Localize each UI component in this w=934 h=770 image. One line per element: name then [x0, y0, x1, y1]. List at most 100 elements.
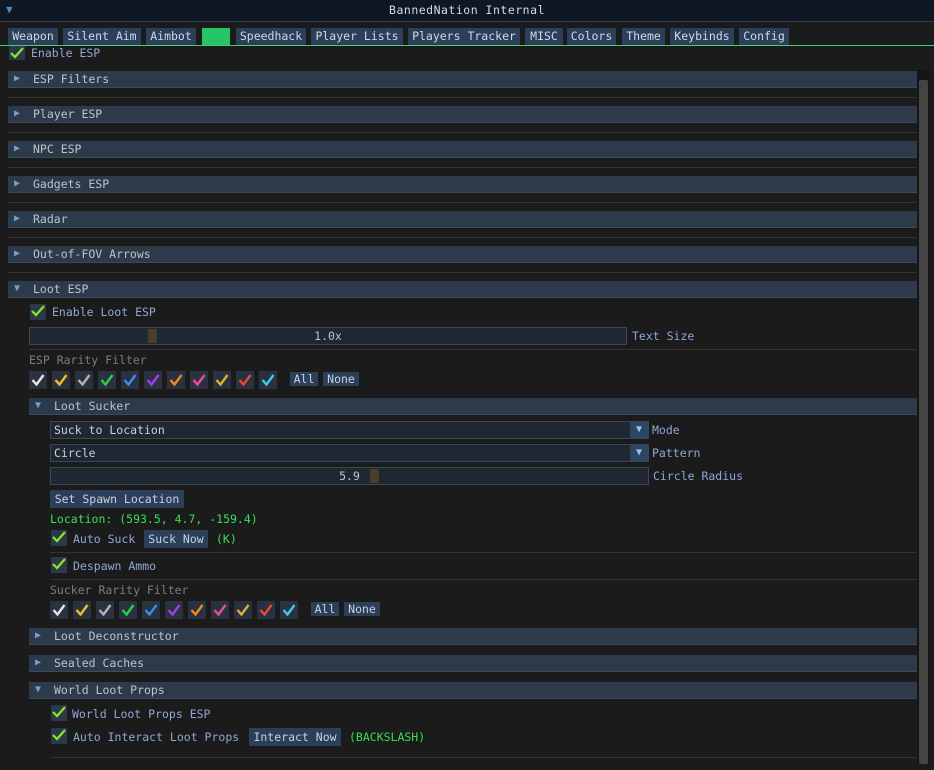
- tab-silent-aim[interactable]: Silent Aim: [63, 28, 141, 45]
- sucker-rarity-all-button[interactable]: All: [311, 602, 339, 616]
- header-loot-deconstructor[interactable]: ▶ Loot Deconstructor: [29, 628, 917, 645]
- check-icon: [192, 374, 206, 387]
- tab-player-lists[interactable]: Player Lists: [311, 28, 403, 45]
- tab-misc[interactable]: MISC: [525, 28, 563, 45]
- header-loot-sucker[interactable]: ▼ Loot Sucker: [29, 398, 917, 415]
- slider-grab[interactable]: [148, 329, 157, 343]
- despawn-ammo-label: Despawn Ammo: [73, 559, 157, 573]
- header-player-esp[interactable]: ▶ Player ESP: [8, 106, 917, 123]
- enable-esp-checkbox[interactable]: [9, 46, 25, 60]
- circle-radius-label: Circle Radius: [653, 469, 744, 483]
- auto-suck-checkbox[interactable]: [51, 530, 67, 546]
- tab-aimbot[interactable]: Aimbot: [146, 28, 196, 45]
- text-size-label: Text Size: [632, 329, 695, 343]
- separator: [8, 272, 917, 273]
- pattern-combo[interactable]: Circle ▼: [50, 444, 649, 462]
- text-size-value: 1.0x: [314, 329, 342, 343]
- check-icon: [52, 604, 66, 617]
- world-loot-props-esp-checkbox[interactable]: [51, 705, 67, 721]
- rarity-toggle-5[interactable]: [121, 371, 139, 389]
- rarity-toggle-11[interactable]: [280, 601, 298, 619]
- header-npc-esp[interactable]: ▶ NPC ESP: [8, 141, 917, 158]
- enable-loot-esp-checkbox[interactable]: [30, 304, 46, 320]
- esp-rarity-all-button[interactable]: All: [290, 372, 318, 386]
- rarity-toggle-1[interactable]: [29, 371, 47, 389]
- rarity-toggle-8[interactable]: [190, 371, 208, 389]
- rarity-toggle-7[interactable]: [167, 371, 185, 389]
- header-world-loot-props[interactable]: ▼ World Loot Props: [29, 682, 917, 699]
- scrollbar-thumb[interactable]: [919, 80, 928, 764]
- rarity-toggle-10[interactable]: [257, 601, 275, 619]
- rarity-toggle-6[interactable]: [165, 601, 183, 619]
- collapse-arrow-icon: ▼: [35, 684, 42, 695]
- despawn-ammo-checkbox[interactable]: [51, 557, 67, 573]
- interact-now-button[interactable]: Interact Now: [249, 728, 341, 746]
- rarity-toggle-1[interactable]: [50, 601, 68, 619]
- tab-theme[interactable]: Theme: [622, 28, 665, 45]
- check-icon: [52, 729, 66, 741]
- tab-keybinds[interactable]: Keybinds: [670, 28, 734, 45]
- rarity-toggle-10[interactable]: [236, 371, 254, 389]
- slider-grab[interactable]: [370, 469, 379, 483]
- dropdown-arrow-icon[interactable]: ▼: [630, 445, 648, 461]
- expand-arrow-icon: ▶: [14, 178, 21, 189]
- location-text: Location: (593.5, 4.7, -159.4): [50, 512, 258, 526]
- circle-radius-value: 5.9: [339, 469, 360, 483]
- auto-suck-label: Auto Suck: [73, 532, 136, 546]
- esp-rarity-none-button[interactable]: None: [323, 372, 359, 386]
- separator: [8, 167, 917, 168]
- set-spawn-location-button[interactable]: Set Spawn Location: [50, 490, 184, 508]
- title-bar: ▼ BannedNation Internal: [0, 0, 934, 22]
- header-esp-filters[interactable]: ▶ ESP Filters: [8, 71, 917, 88]
- rarity-toggle-11[interactable]: [259, 371, 277, 389]
- expand-arrow-icon: ▶: [14, 213, 21, 224]
- sucker-rarity-none-button[interactable]: None: [344, 602, 380, 616]
- tab-config[interactable]: Config: [739, 28, 789, 45]
- tab-colors[interactable]: Colors: [567, 28, 616, 45]
- rarity-toggle-4[interactable]: [119, 601, 137, 619]
- auto-interact-loot-props-checkbox[interactable]: [51, 728, 67, 744]
- separator: [8, 237, 917, 238]
- tab-weapon[interactable]: Weapon: [8, 28, 58, 45]
- rarity-toggle-3[interactable]: [75, 371, 93, 389]
- rarity-toggle-2[interactable]: [52, 371, 70, 389]
- tab-speedhack[interactable]: Speedhack: [236, 28, 306, 45]
- rarity-toggle-3[interactable]: [96, 601, 114, 619]
- check-icon: [52, 558, 66, 570]
- collapse-arrow-icon: ▼: [14, 283, 21, 294]
- tab-bar: Weapon Silent Aim Aimbot ESP Speedhack P…: [0, 22, 934, 46]
- mode-combo[interactable]: Suck to Location ▼: [50, 421, 649, 439]
- check-icon: [167, 604, 181, 617]
- circle-radius-slider[interactable]: 5.9: [50, 467, 649, 485]
- text-size-slider[interactable]: 1.0x: [29, 327, 627, 345]
- rarity-toggle-4[interactable]: [98, 371, 116, 389]
- header-radar[interactable]: ▶ Radar: [8, 211, 917, 228]
- tab-esp[interactable]: ESP: [202, 28, 230, 45]
- check-icon: [54, 374, 68, 387]
- check-icon: [236, 604, 250, 617]
- check-icon: [31, 374, 45, 387]
- header-gadgets-esp[interactable]: ▶ Gadgets ESP: [8, 176, 917, 193]
- check-icon: [77, 374, 91, 387]
- separator: [29, 349, 917, 350]
- header-sealed-caches[interactable]: ▶ Sealed Caches: [29, 655, 917, 672]
- enable-esp-label: Enable ESP: [31, 46, 101, 60]
- window-title: BannedNation Internal: [389, 3, 545, 17]
- rarity-toggle-8[interactable]: [211, 601, 229, 619]
- separator: [8, 97, 917, 98]
- check-icon: [121, 604, 135, 617]
- rarity-toggle-2[interactable]: [73, 601, 91, 619]
- rarity-toggle-5[interactable]: [142, 601, 160, 619]
- tab-players-tracker[interactable]: Players Tracker: [408, 28, 520, 45]
- rarity-toggle-6[interactable]: [144, 371, 162, 389]
- suck-now-button[interactable]: Suck Now: [144, 530, 208, 548]
- rarity-toggle-7[interactable]: [188, 601, 206, 619]
- expand-arrow-icon: ▶: [35, 657, 42, 668]
- check-icon: [98, 604, 112, 617]
- header-loot-esp[interactable]: ▼ Loot ESP: [8, 281, 917, 298]
- header-out-of-fov-arrows[interactable]: ▶ Out-of-FOV Arrows: [8, 246, 917, 263]
- separator: [8, 132, 917, 133]
- dropdown-arrow-icon[interactable]: ▼: [630, 422, 648, 438]
- rarity-toggle-9[interactable]: [234, 601, 252, 619]
- rarity-toggle-9[interactable]: [213, 371, 231, 389]
